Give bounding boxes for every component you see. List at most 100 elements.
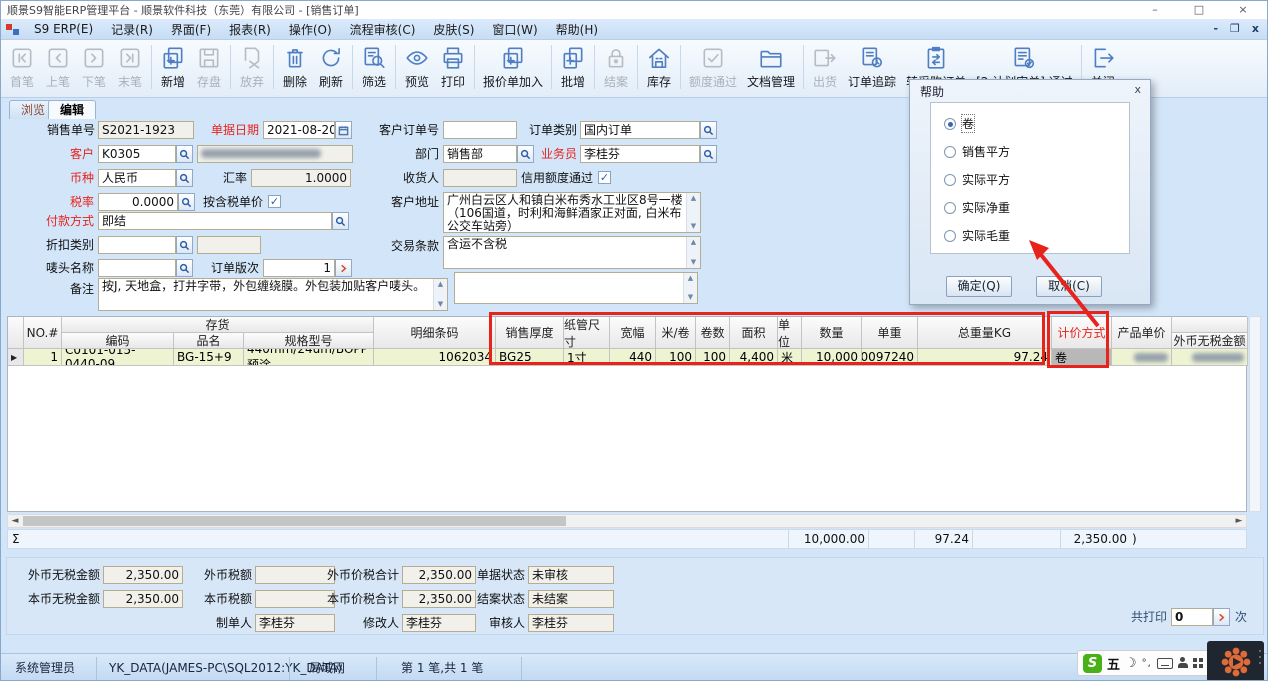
toolbar-doc-manage-button[interactable]: 文档管理 — [742, 42, 800, 97]
order-type-lookup-button[interactable] — [700, 121, 717, 139]
toolbar-preview-button[interactable]: 预览 — [399, 42, 435, 97]
col-price-header[interactable]: 产品单价 — [1112, 317, 1172, 349]
salesman-field[interactable]: 李桂芬 — [580, 145, 700, 163]
tax-rate-lookup-button[interactable] — [178, 193, 195, 211]
trade-terms-field[interactable]: 含运不含税 — [443, 236, 701, 269]
cell-barcode[interactable]: 1062034 — [374, 349, 496, 366]
cell-weight[interactable]: 97.24 — [918, 349, 1052, 366]
customer-address-field[interactable]: 广州白云区人和镇白米布秀水工业区8号一楼 （106国道，时利和海鲜酒家正对面, … — [443, 192, 701, 233]
toolbar-print-button[interactable]: 打印 — [435, 42, 471, 97]
cell-unit[interactable]: 米 — [778, 349, 802, 366]
toolbar-batch-add-button[interactable]: 批增 — [555, 42, 591, 97]
scroll-right-icon[interactable]: ► — [1232, 515, 1246, 527]
tax-included-checkbox[interactable] — [268, 195, 281, 208]
toolbar-refresh-button[interactable]: 刷新 — [313, 42, 349, 97]
col-barcode-header[interactable]: 明细条码 — [374, 317, 496, 349]
toolbar-filter-button[interactable]: 筛选 — [356, 42, 392, 97]
toolbar-new-button[interactable]: 新增 — [155, 42, 191, 97]
window-minimize-button[interactable]: – — [1133, 1, 1177, 19]
toolbar-discard-button[interactable]: 放弃 — [234, 42, 270, 97]
toolbar-close-case-button[interactable]: 结案 — [598, 42, 634, 97]
textarea-scrollbar[interactable] — [686, 193, 700, 232]
extra-notes-field[interactable] — [454, 272, 698, 304]
menu-interface[interactable]: 界面(F) — [162, 21, 220, 38]
cell-rolls[interactable]: 100 — [696, 349, 730, 366]
cell-core[interactable]: 1寸 — [564, 349, 610, 366]
toolbar-ship-button[interactable]: 出货 — [807, 42, 843, 97]
desktop-app-logo[interactable] — [1207, 641, 1264, 681]
cell-thickness[interactable]: BG25 — [496, 349, 564, 366]
toolbar-quote-add-button[interactable]: 报价单加入 — [478, 42, 548, 97]
calendar-button[interactable] — [335, 121, 352, 139]
row-indicator[interactable] — [8, 349, 24, 366]
col-rolls-header[interactable]: 卷数 — [696, 317, 730, 349]
toolbar-credit-pass-button[interactable]: 额度通过 — [684, 42, 742, 97]
scrollbar-thumb[interactable] — [23, 516, 566, 526]
tax-rate-field[interactable]: 0.0000 — [98, 193, 178, 211]
window-maximize-button[interactable]: □ — [1177, 1, 1221, 19]
toolbar-first-button[interactable]: 首笔 — [4, 42, 40, 97]
discount-type-lookup-button[interactable] — [176, 236, 193, 254]
cell-amount-redacted[interactable] — [1172, 349, 1248, 366]
menu-report[interactable]: 报表(R) — [220, 21, 280, 38]
shipping-mark-field[interactable] — [98, 259, 176, 277]
mdi-close-button[interactable]: x — [1252, 19, 1259, 39]
remark-field[interactable]: 按J, 天地盒，打井字带，外包缠绕膜。外包装加贴客户唛头。 — [98, 278, 448, 311]
shipping-mark-lookup-button[interactable] — [176, 259, 193, 277]
toolbox-grid-icon[interactable] — [1193, 658, 1203, 668]
menu-operation[interactable]: 操作(O) — [280, 21, 341, 38]
menu-window[interactable]: 窗口(W) — [483, 21, 546, 38]
cell-no[interactable]: 1 — [24, 349, 62, 366]
col-m-roll-header[interactable]: 米/卷 — [656, 317, 696, 349]
col-width-header[interactable]: 宽幅 — [610, 317, 656, 349]
col-spec-header[interactable]: 规格型号 — [244, 333, 374, 349]
radio-option-sales-sqm[interactable]: 销售平方 — [944, 143, 1010, 160]
credit-pass-checkbox[interactable] — [598, 171, 611, 184]
print-count-field[interactable]: 0 — [1171, 608, 1213, 626]
col-qty-header[interactable]: 数量 — [802, 317, 862, 349]
toolbar-save-button[interactable]: 存盘 — [191, 42, 227, 97]
print-count-spinner[interactable] — [1213, 608, 1230, 626]
payment-field[interactable]: 即结 — [98, 212, 332, 230]
order-version-spinner[interactable] — [335, 259, 352, 277]
col-thickness-header[interactable]: 销售厚度 — [496, 317, 564, 349]
punctuation-icon[interactable]: °, — [1142, 658, 1152, 669]
customer-po-field[interactable] — [443, 121, 517, 139]
cell-width[interactable]: 440 — [610, 349, 656, 366]
person-icon[interactable] — [1178, 657, 1188, 669]
cell-unit-weight[interactable]: 0.0097240 — [862, 349, 918, 366]
cell-pricing-selected[interactable]: 卷 — [1052, 349, 1112, 366]
window-close-button[interactable]: × — [1221, 1, 1265, 19]
customer-code-field[interactable]: K0305 — [98, 145, 176, 163]
customer-lookup-button[interactable] — [176, 145, 193, 163]
menu-skin[interactable]: 皮肤(S) — [424, 21, 483, 38]
ime-mode-wubi[interactable]: 五 — [1107, 654, 1120, 673]
menu-workflow[interactable]: 流程审核(C) — [341, 21, 425, 38]
col-code-header[interactable]: 编码 — [62, 333, 174, 349]
cell-name[interactable]: BG-15+9 — [174, 349, 244, 366]
toolbar-inventory-button[interactable]: 库存 — [641, 42, 677, 97]
toolbar-next-button[interactable]: 下笔 — [76, 42, 112, 97]
help-dialog-close-icon[interactable]: x — [1134, 83, 1141, 96]
radio-option-roll[interactable]: 卷 — [944, 115, 974, 132]
cell-spec[interactable]: 440mm/24um/BOPP预涂... — [244, 349, 374, 366]
menu-s9erp[interactable]: S9 ERP(E) — [25, 22, 102, 36]
grid-vertical-scrollbar[interactable] — [1249, 316, 1261, 512]
scroll-left-icon[interactable]: ◄ — [8, 515, 22, 527]
col-stock-group-header[interactable]: 存货 — [62, 317, 374, 333]
menu-record[interactable]: 记录(R) — [102, 21, 162, 38]
col-area-header[interactable]: 面积 — [730, 317, 778, 349]
sogou-logo-icon[interactable]: S — [1083, 654, 1102, 673]
cell-qty[interactable]: 10,000 — [802, 349, 862, 366]
department-field[interactable]: 销售部 — [443, 145, 517, 163]
textarea-scrollbar[interactable] — [683, 273, 697, 303]
toolbar-order-track-button[interactable]: 订单追踪 — [843, 42, 901, 97]
cell-price-redacted[interactable] — [1112, 349, 1172, 366]
doc-date-field[interactable]: 2021-08-20 — [263, 121, 335, 139]
col-unit-header[interactable]: 单位 — [778, 317, 802, 349]
cell-area[interactable]: 4,400 — [730, 349, 778, 366]
col-core-header[interactable]: 纸管尺寸 — [564, 317, 610, 349]
moon-icon[interactable]: ☽ — [1125, 657, 1137, 670]
col-pricing-header[interactable]: 计价方式 — [1052, 317, 1112, 349]
cell-m-roll[interactable]: 100 — [656, 349, 696, 366]
